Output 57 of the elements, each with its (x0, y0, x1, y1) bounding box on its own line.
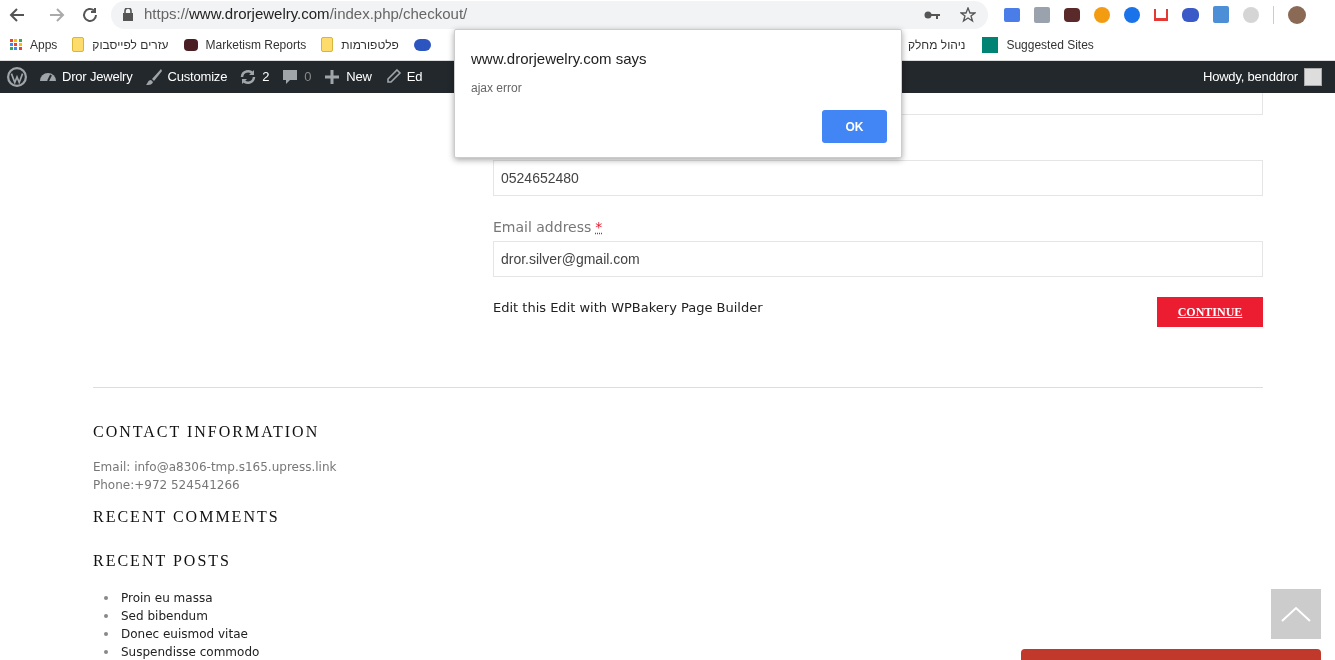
bing-logo-icon (982, 36, 999, 53)
bookmark-link[interactable]: עזרים לפייסבוק (92, 35, 169, 54)
key-icon[interactable] (924, 9, 940, 20)
edit-links-text: Edit this Edit with WPBakery Page Builder (493, 299, 763, 317)
bookmark-icon (413, 38, 431, 51)
post-link[interactable]: Donec euismod vitae (121, 625, 248, 643)
admin-bar-link[interactable]: Ed (406, 67, 423, 87)
wordpress-logo-icon[interactable] (7, 67, 27, 87)
back-icon[interactable] (8, 5, 26, 24)
extension-icon[interactable] (1182, 7, 1199, 22)
folder-icon (72, 37, 85, 52)
star-icon[interactable] (960, 6, 976, 23)
folder-icon (321, 37, 334, 52)
list-bullet (104, 614, 108, 618)
chevron-up-icon (1281, 606, 1311, 622)
plus-icon (323, 68, 342, 86)
email-field[interactable]: dror.silver@gmail.com (493, 241, 1263, 277)
continue-button[interactable]: CONTINUE (1157, 297, 1263, 327)
post-link[interactable]: Suspendisse commodo (121, 643, 260, 660)
contact-text: Phone:+972 524541266 (93, 477, 240, 494)
brush-icon (144, 68, 163, 86)
apps-grid-icon (10, 38, 22, 51)
admin-bar-link[interactable]: Dror Jewelry (62, 67, 133, 87)
list-bullet (104, 596, 108, 600)
bookmark-link[interactable]: Suggested Sites (1006, 35, 1094, 54)
admin-bar-link[interactable]: New (346, 67, 372, 87)
admin-bar-link[interactable]: Customize (167, 67, 228, 87)
comment-count[interactable]: 0 (304, 67, 312, 87)
bookmark-link[interactable]: פלטפורמות (341, 35, 399, 54)
extension-icon[interactable] (1064, 7, 1080, 22)
post-link[interactable]: Sed bibendum (121, 607, 208, 625)
account-link[interactable]: Howdy, benddror (1202, 67, 1298, 87)
address-bar[interactable]: https://www.drorjewelry.com/index.php/checkout/ (111, 0, 988, 29)
bookmark-link[interactable]: ניהול מחלק (908, 35, 966, 54)
footer-heading: RECENT POSTS (93, 551, 231, 571)
reload-icon[interactable] (81, 5, 99, 24)
ok-button[interactable]: OK (822, 110, 887, 143)
dialog-title: www.drorjewelry.com says (471, 49, 647, 69)
forward-icon[interactable] (48, 5, 66, 24)
list-bullet (104, 650, 108, 654)
post-link[interactable]: Proin eu massa (121, 589, 213, 607)
bookmark-link[interactable]: Marketism Reports (205, 35, 307, 54)
profile-avatar[interactable] (1288, 5, 1306, 24)
email-label: Email address (493, 217, 592, 237)
refresh-icon (239, 68, 258, 86)
footer-heading: RECENT COMMENTS (93, 507, 280, 527)
speech-bubble-icon (281, 68, 300, 86)
phone-field[interactable]: 0524652480 (493, 160, 1263, 196)
contact-text: Email: info@a8306-tmp.s165.upress.link (93, 459, 337, 476)
footer-heading: CONTACT INFORMATION (93, 422, 320, 442)
lock-icon (123, 8, 133, 21)
bookmark-link[interactable]: Apps (30, 35, 58, 54)
url-text: https://www.drorjewelry.com/index.php/checkout/ (144, 4, 468, 25)
update-count[interactable]: 2 (262, 67, 270, 87)
list-bullet (104, 632, 108, 636)
dialog-message: ajax error (471, 80, 522, 97)
required-mark: * (595, 217, 603, 237)
